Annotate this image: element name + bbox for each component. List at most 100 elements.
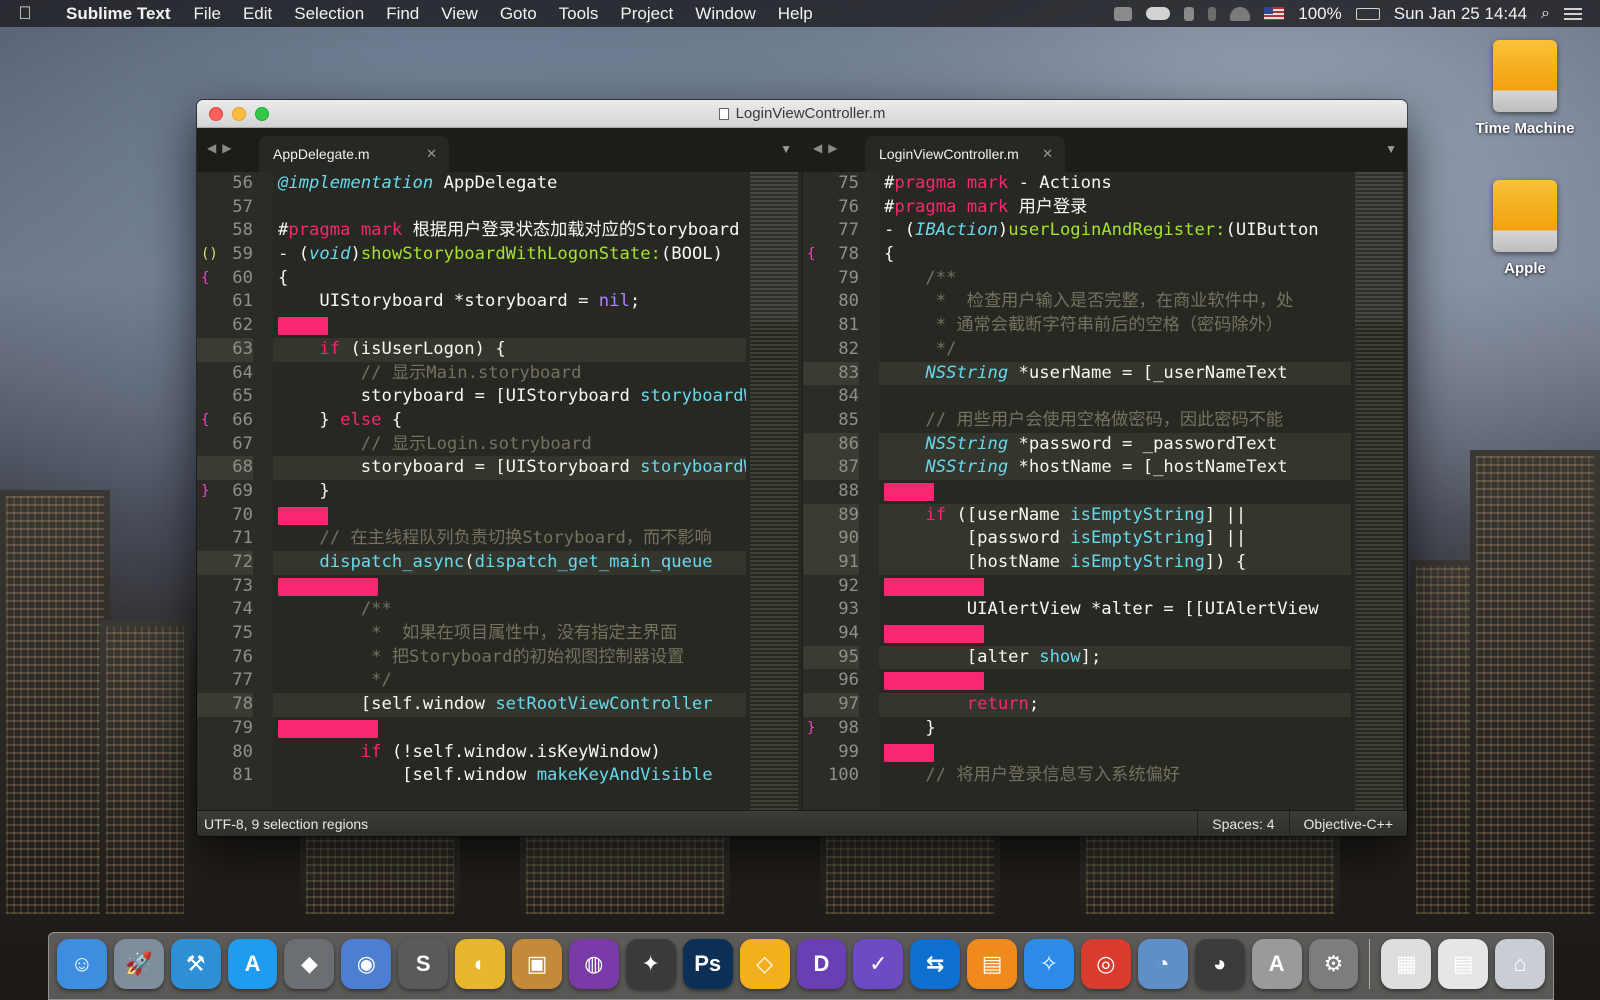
code-line[interactable]: 80 * 检查用户输入是否完整，在商业软件中，处 xyxy=(803,290,1407,314)
box-icon[interactable]: ▣ xyxy=(512,939,562,989)
code-line[interactable]: 70 xyxy=(197,504,802,528)
tab-close-icon[interactable]: ✕ xyxy=(1042,146,1053,162)
code-line[interactable]: 75 * 如果在项目属性中，没有指定主界面 xyxy=(197,622,802,646)
desktop-icon-time-machine[interactable]: Time Machine xyxy=(1470,40,1580,137)
code-line[interactable]: 77 */ xyxy=(197,669,802,693)
code-line[interactable]: 97 return; xyxy=(803,693,1407,717)
menu-file[interactable]: File xyxy=(183,4,232,24)
apple-menu-icon[interactable]:  xyxy=(0,3,50,24)
minimap[interactable] xyxy=(750,172,798,810)
code-editor-right[interactable]: 75 #pragma mark - Actions 76 #pragma mark 用… xyxy=(803,172,1407,810)
safari-icon[interactable]: ✧ xyxy=(1024,939,1074,989)
code-line[interactable]: 84 xyxy=(803,385,1407,409)
zoom-window-button[interactable] xyxy=(255,107,269,121)
code-line[interactable]: ()63 if (isUserLogon) { xyxy=(197,337,802,362)
code-line[interactable]: []78 [self.window setRootViewController xyxy=(197,693,802,717)
code-editor-left[interactable]: 56 @implementation AppDelegate 57 58 #pragma… xyxy=(197,172,802,810)
code-line[interactable]: []83 NSString *userName = [_userNameText xyxy=(803,361,1407,386)
code-line[interactable]: 73 xyxy=(197,575,802,599)
code-line[interactable]: {60{ xyxy=(197,267,802,291)
code-line[interactable]: {78{ xyxy=(803,243,1407,267)
code-line[interactable]: []90 [password isEmptyString] || xyxy=(803,527,1407,552)
menu-project[interactable]: Project xyxy=(609,4,684,24)
status-syntax[interactable]: Objective-C++ xyxy=(1288,811,1407,836)
chrome-icon[interactable]: ◎ xyxy=(1080,939,1131,989)
minimap[interactable] xyxy=(1355,172,1403,810)
code-line[interactable]: } 98 } xyxy=(803,717,1407,741)
close-window-button[interactable] xyxy=(209,107,223,121)
code-line[interactable]: 87 NSString *hostName = [_hostNameText xyxy=(803,456,1407,480)
bluetooth-icon[interactable] xyxy=(1208,6,1217,21)
xcode-icon[interactable]: ⚒ xyxy=(170,939,221,989)
notification-center-icon[interactable] xyxy=(1564,7,1582,20)
menu-app-name[interactable]: Sublime Text xyxy=(50,4,183,24)
menu-window[interactable]: Window xyxy=(684,4,766,24)
status-indentation[interactable]: Spaces: 4 xyxy=(1197,811,1288,836)
tab-dropdown-icon[interactable]: ▼ xyxy=(1385,142,1397,156)
code-line[interactable]: {91 [hostName isEmptyString]) { xyxy=(803,551,1407,575)
tab-close-icon[interactable]: ✕ xyxy=(426,146,437,162)
menu-edit[interactable]: Edit xyxy=(232,4,283,24)
code-line[interactable]: 79 /** xyxy=(803,267,1407,291)
menu-selection[interactable]: Selection xyxy=(283,4,375,24)
sublime-text-icon[interactable]: S xyxy=(398,939,449,989)
code-line[interactable]: 94 xyxy=(803,622,1407,646)
font-book-icon[interactable]: A xyxy=(1251,939,1302,989)
code-line[interactable]: 65 storyboard = [UIStoryboard storyboard… xyxy=(197,385,802,409)
compass-icon[interactable]: ✦ xyxy=(625,939,676,989)
lemon-icon[interactable]: ◐ xyxy=(455,939,506,989)
system-preferences-icon[interactable]: ⚙ xyxy=(1308,939,1359,989)
rocket-status-icon[interactable] xyxy=(1184,6,1195,21)
tab-loginviewcontroller[interactable]: LoginViewController.m ✕ xyxy=(865,136,1065,172)
tab-nav-arrows-icon[interactable]: ◀▶ xyxy=(207,141,237,155)
code-line[interactable]: 64 // 显示Main.storyboard xyxy=(197,362,802,386)
sketch-icon[interactable]: ◇ xyxy=(739,939,790,989)
code-line[interactable]: 82 */ xyxy=(803,338,1407,362)
menu-tools[interactable]: Tools xyxy=(548,4,610,24)
wifi-icon[interactable] xyxy=(1230,6,1251,21)
code-line[interactable]: 67 // 显示Login.sotryboard xyxy=(197,433,802,457)
code-line[interactable]: []89 if ([userName isEmptyString] || xyxy=(803,503,1407,528)
code-line[interactable]: 75 #pragma mark - Actions xyxy=(803,172,1407,196)
code-line[interactable]: 96 xyxy=(803,669,1407,693)
safari-like-icon[interactable]: ◉ xyxy=(341,939,392,989)
qq-icon[interactable]: ◕ xyxy=(1194,939,1245,989)
code-line[interactable]: 74 /** xyxy=(197,598,802,622)
downloads-stack-icon[interactable]: ▦ xyxy=(1381,939,1432,989)
weibo-icon[interactable]: ◔ xyxy=(1137,939,1188,989)
code-line[interactable]: 81 * 通常会截断字符串前后的空格（密码除外） xyxy=(803,314,1407,338)
launchpad-icon[interactable]: 🚀 xyxy=(113,939,164,989)
photoshop-icon[interactable]: Ps xyxy=(682,939,733,989)
menu-find[interactable]: Find xyxy=(375,4,430,24)
window-titlebar[interactable]: LoginViewController.m xyxy=(197,100,1407,128)
code-line[interactable]: 76 * 把Storyboard的初始视图控制器设置 xyxy=(197,646,802,670)
documents-stack-icon[interactable]: ▤ xyxy=(1438,939,1489,989)
ibooks-icon[interactable]: ▤ xyxy=(967,939,1018,989)
code-line[interactable]: () 59- (void)showStoryboardWithLogonState… xyxy=(197,243,802,267)
app-store-icon[interactable]: A xyxy=(227,939,278,989)
minimize-window-button[interactable] xyxy=(232,107,246,121)
code-line[interactable]: 79 xyxy=(197,717,802,741)
trash-icon[interactable]: ⌂ xyxy=(1495,939,1546,989)
spotlight-search-icon[interactable]: ⌕ xyxy=(1541,5,1550,23)
code-line[interactable]: 85 // 用些用户会使用空格做密码，因此密码不能 xyxy=(803,409,1407,433)
code-line[interactable]: } 69 } xyxy=(197,480,802,504)
code-line[interactable]: 68 storyboard = [UIStoryboard storyboard… xyxy=(197,456,802,480)
code-line[interactable]: 81 [self.window makeKeyAndVisible xyxy=(197,764,802,788)
code-line[interactable]: (72 dispatch_async(dispatch_get_main_que… xyxy=(197,551,802,575)
menu-help[interactable]: Help xyxy=(767,4,824,24)
clock[interactable]: Sun Jan 25 14:44 xyxy=(1394,4,1527,24)
battery-icon[interactable] xyxy=(1355,7,1380,20)
code-line[interactable]: 62 xyxy=(197,314,802,338)
code-line[interactable]: 77 - (IBAction)userLoginAndRegister:(UIBu… xyxy=(803,219,1407,243)
input-source-flag-icon[interactable] xyxy=(1264,7,1285,20)
tab-dropdown-icon[interactable]: ▼ xyxy=(780,142,792,156)
code-line[interactable]: 61 UIStoryboard *storyboard = nil; xyxy=(197,290,802,314)
code-line[interactable]: 86 NSString *password = _passwordText xyxy=(803,432,1407,457)
code-line[interactable]: 58 #pragma mark 根据用户登录状态加载对应的Storyboard xyxy=(197,219,802,243)
code-line[interactable]: 71 // 在主线程队列负责切换Storyboard，而不影响 xyxy=(197,527,802,551)
menu-goto[interactable]: Goto xyxy=(489,4,548,24)
code-line[interactable]: 92 xyxy=(803,575,1407,599)
github-icon[interactable]: ◍ xyxy=(568,939,619,989)
omnifocus-icon[interactable]: ✓ xyxy=(853,939,904,989)
